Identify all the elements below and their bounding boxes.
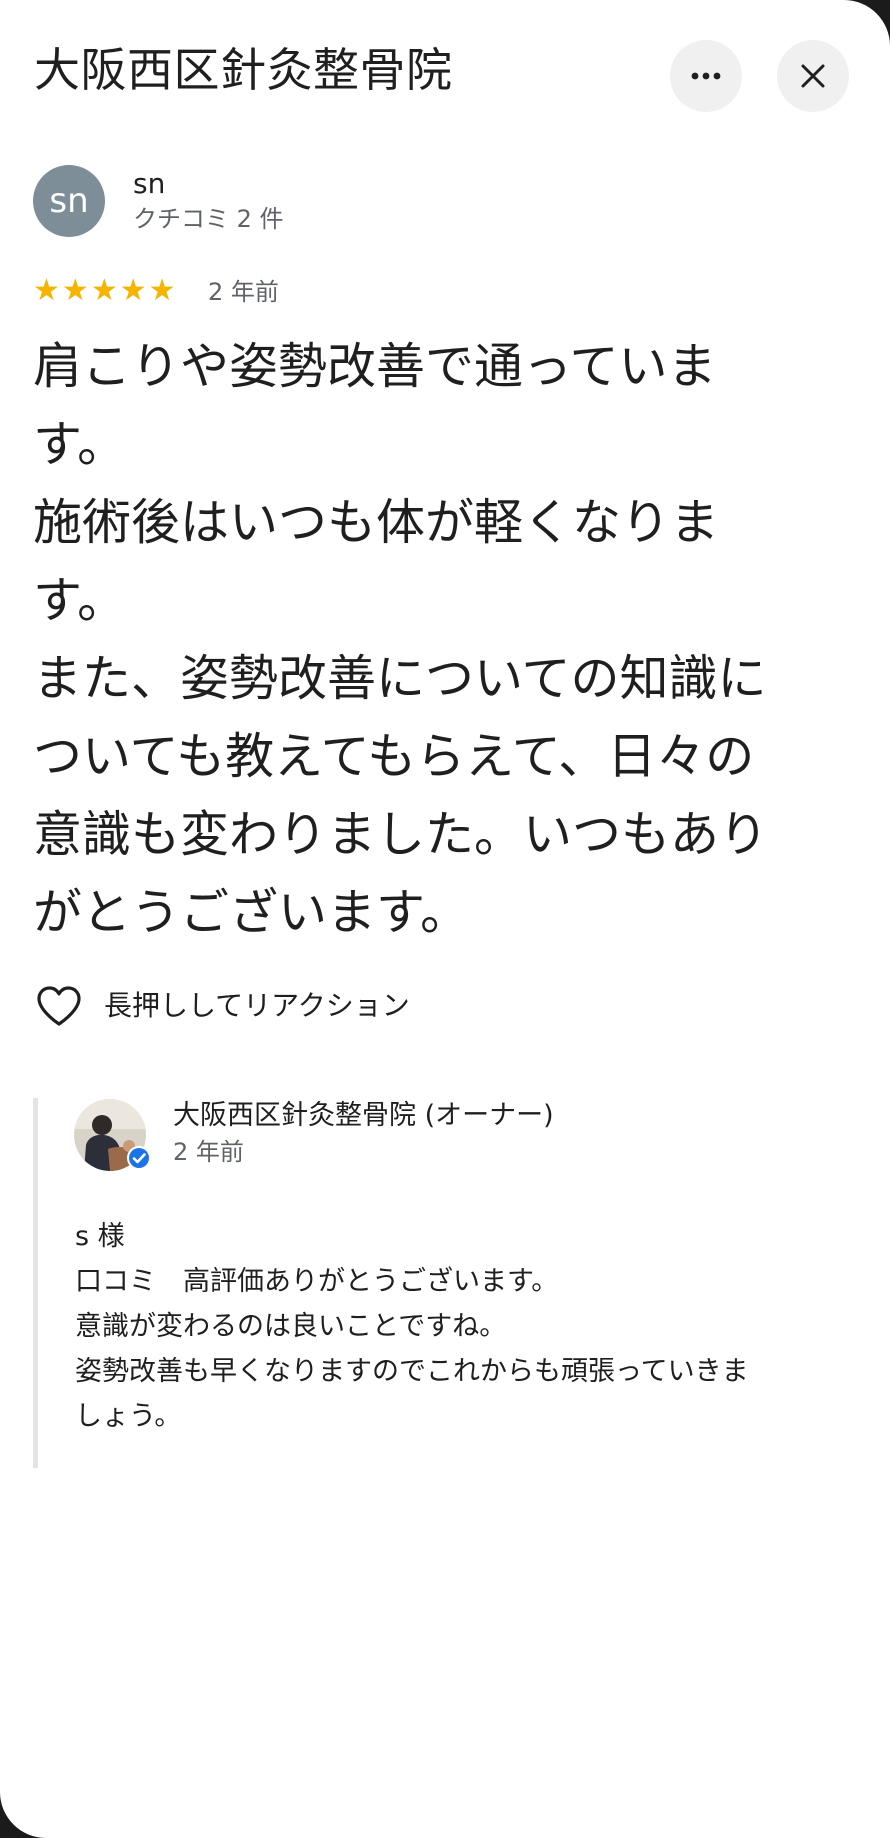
star-icon: ★ bbox=[119, 273, 147, 308]
close-icon bbox=[801, 64, 825, 88]
owner-name[interactable]: 大阪西区針灸整骨院 (オーナー) bbox=[173, 1098, 554, 1134]
more-horiz-icon bbox=[691, 72, 721, 80]
reaction-button[interactable]: 長押ししてリアクション bbox=[36, 985, 410, 1027]
star-icon: ★ bbox=[90, 273, 118, 308]
review-time: 2 年前 bbox=[208, 278, 279, 306]
review-text: 肩こりや姿勢改善で通っていま す。 施術後はいつも体が軽くなりま す。 また、姿… bbox=[33, 338, 769, 941]
reaction-label: 長押ししてリアクション bbox=[104, 989, 410, 1022]
more-options-button[interactable] bbox=[670, 40, 742, 112]
star-icon: ★ bbox=[148, 273, 176, 308]
review-sheet: 大阪西区針灸整骨院 sn sn クチコミ 2 件 ★ ★ ★ ★ ★ 2 年前 … bbox=[0, 0, 890, 1838]
heart-outline-icon bbox=[37, 986, 81, 1026]
business-title: 大阪西区針灸整骨院 bbox=[34, 43, 453, 97]
owner-reply-time: 2 年前 bbox=[173, 1138, 244, 1166]
owner-reply-text: s 様 口コミ 高評価ありがとうございます。 意識が変わるのは良いことですね。 … bbox=[75, 1221, 749, 1432]
owner-avatar[interactable] bbox=[74, 1099, 151, 1171]
reply-divider bbox=[33, 1098, 38, 1468]
star-icon: ★ bbox=[61, 273, 89, 308]
close-button[interactable] bbox=[777, 40, 849, 112]
reviewer-avatar[interactable]: sn bbox=[33, 165, 105, 237]
reviewer-name[interactable]: sn bbox=[133, 166, 165, 202]
star-icon: ★ bbox=[33, 273, 60, 308]
reviewer-review-count: クチコミ 2 件 bbox=[133, 205, 284, 233]
star-rating: ★ ★ ★ ★ ★ bbox=[33, 274, 176, 308]
verified-badge-icon bbox=[127, 1146, 151, 1170]
